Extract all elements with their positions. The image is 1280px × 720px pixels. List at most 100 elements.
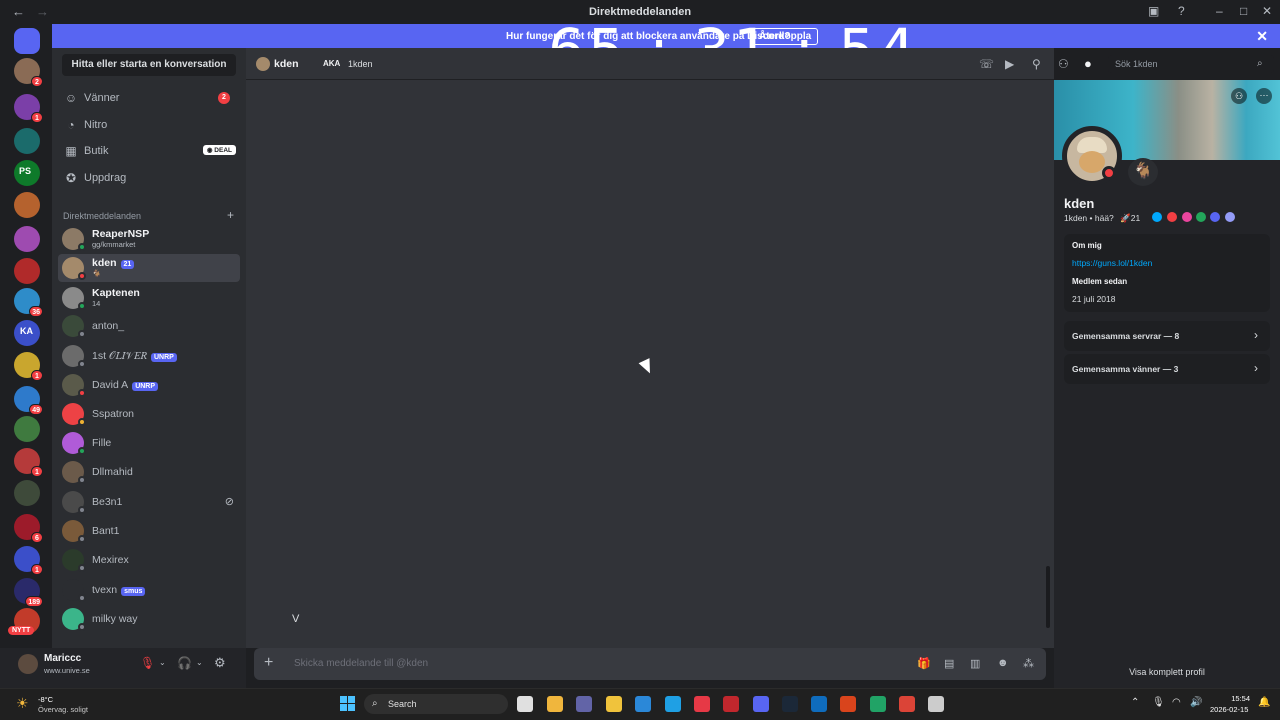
server-icon[interactable] [14, 416, 40, 442]
weather-temp[interactable]: -8°C [38, 695, 53, 704]
recipient-name[interactable]: kden [274, 58, 299, 70]
app-red-icon[interactable] [694, 696, 710, 712]
banner-close-icon[interactable]: ✕ [1256, 28, 1268, 45]
server-icon[interactable]: 2 [14, 58, 43, 87]
app-green-icon[interactable] [870, 696, 886, 712]
dm-item[interactable]: Bant1 [58, 517, 240, 545]
close-window-icon[interactable]: ✕ [1262, 4, 1272, 18]
server-icon[interactable]: 1 [14, 546, 43, 575]
badge-nitro-icon[interactable] [1167, 212, 1177, 222]
dm-item[interactable]: anton_ [58, 312, 240, 340]
add-friends-to-dm-icon[interactable]: ⚇ [1058, 57, 1069, 71]
help-icon[interactable]: ? [1178, 4, 1185, 18]
dm-item[interactable]: tvexn smus [58, 576, 240, 604]
mute-mic-icon[interactable]: 🎙 [140, 656, 155, 670]
dm-item[interactable]: ReaperNSP gg/kmmarket [58, 225, 240, 253]
store-icon[interactable] [635, 696, 651, 712]
dm-item[interactable]: David A UNRP [58, 371, 240, 399]
gif-icon[interactable]: ▤ [944, 657, 954, 670]
nav-shop[interactable]: ▦ Butik ◉ DEAL [58, 139, 240, 163]
server-icon[interactable]: 1 [14, 352, 43, 381]
server-icon[interactable]: 189 [14, 578, 43, 607]
user-avatar[interactable] [18, 654, 38, 674]
attach-plus-icon[interactable]: + [264, 654, 273, 672]
server-icon[interactable] [14, 258, 40, 284]
weather-sun-icon[interactable]: ☀ [16, 695, 29, 712]
maximize-icon[interactable]: □ [1240, 4, 1247, 18]
teams-icon[interactable] [576, 696, 592, 712]
server-icon[interactable]: 1 [14, 448, 43, 477]
app-circle-icon[interactable] [928, 696, 944, 712]
view-full-profile-link[interactable]: Visa komplett profil [1054, 667, 1280, 677]
mutual-friends-row[interactable]: Gemensamma vänner — 3 › [1064, 354, 1270, 384]
app-orange-icon[interactable] [840, 696, 856, 712]
server-icon[interactable] [14, 480, 40, 506]
dm-item[interactable]: Sspatron [58, 400, 240, 428]
composer-placeholder[interactable]: Skicka meddelande till @kden [294, 658, 428, 669]
add-friend-icon[interactable]: ⚇ [1231, 88, 1247, 104]
taskbar-search[interactable]: ⌕ Search [364, 694, 508, 714]
badge-quest-icon[interactable] [1196, 212, 1206, 222]
tray-volume-icon[interactable]: 🔊 [1190, 697, 1202, 708]
badge-legacy-icon[interactable] [1210, 212, 1220, 222]
discord-home-icon[interactable] [14, 28, 40, 54]
server-icon[interactable]: 49 [14, 386, 43, 415]
gift-icon[interactable]: 🎁 [917, 657, 931, 670]
emoji-icon[interactable]: ☻ [997, 657, 1009, 669]
server-icon[interactable]: 6 [14, 514, 43, 543]
settings-gear-icon[interactable]: ⚙ [214, 655, 226, 671]
pin-icon[interactable]: ⚲ [1032, 57, 1041, 71]
find-conversation-search[interactable]: Hitta eller starta en konversation [62, 54, 236, 76]
taskbar-date[interactable]: 2026-02-15 [1210, 705, 1248, 714]
new-servers-badge[interactable]: NYTT [8, 626, 35, 635]
dm-item[interactable]: Dllmahid [58, 458, 240, 486]
taskbar-time[interactable]: 15:54 [1226, 694, 1250, 703]
apps-icon[interactable]: ⁂ [1023, 657, 1034, 670]
nav-nitro[interactable]: ◔ Nitro [58, 113, 240, 137]
minimize-icon[interactable]: – [1216, 4, 1223, 18]
dm-item[interactable]: Be3n1 ⊘ [58, 488, 240, 516]
discord-taskbar-icon[interactable] [753, 696, 769, 712]
more-options-icon[interactable]: ··· [1256, 88, 1272, 104]
mutual-servers-row[interactable]: Gemensamma servrar — 8 › [1064, 321, 1270, 351]
sticker-icon[interactable]: ▥ [970, 657, 980, 670]
task-view-icon[interactable] [517, 696, 533, 712]
notification-bell-icon[interactable]: 🔔 [1258, 697, 1270, 708]
deafen-icon[interactable]: 🎧 [177, 656, 192, 670]
weather-desc[interactable]: Övervag. soligt [38, 705, 88, 714]
nav-quests[interactable]: ✪ Uppdrag [58, 166, 240, 190]
server-icon[interactable] [14, 226, 40, 252]
app-shield-icon[interactable] [723, 696, 739, 712]
nav-friends[interactable]: ☺ Vänner 2 [58, 86, 240, 110]
server-icon[interactable]: 1 [14, 94, 43, 123]
tray-mic-icon[interactable]: 🎙 [1152, 697, 1165, 708]
deafen-chevron-icon[interactable]: ⌄ [196, 658, 203, 667]
dm-item[interactable]: Mexirex [58, 546, 240, 574]
video-call-icon[interactable]: ▶ [1005, 57, 1014, 71]
server-icon[interactable]: 36 [14, 288, 43, 317]
edge-icon[interactable] [665, 696, 681, 712]
chrome-icon[interactable] [899, 696, 915, 712]
voice-call-icon[interactable]: ☏ [979, 57, 994, 71]
server-icon[interactable] [14, 192, 40, 218]
dm-item[interactable]: kden 21 🐐 [58, 254, 240, 282]
about-link[interactable]: https://guns.lol/1kden [1072, 258, 1152, 268]
tray-wifi-icon[interactable]: ◠ [1172, 697, 1181, 708]
file-explorer-icon[interactable] [606, 696, 622, 712]
dm-item[interactable]: milky way [58, 605, 240, 633]
mic-chevron-icon[interactable]: ⌄ [159, 658, 166, 667]
inbox-icon[interactable]: ▣ [1148, 4, 1159, 18]
outlook-icon[interactable] [811, 696, 827, 712]
user-profile-toggle-icon[interactable]: ● [1084, 56, 1092, 71]
badge-active-dev-icon[interactable] [1225, 212, 1235, 222]
app-icon[interactable] [547, 696, 563, 712]
dm-item[interactable]: Fille [58, 429, 240, 457]
tray-chevron-icon[interactable]: ⌃ [1131, 697, 1139, 708]
dm-item[interactable]: 1st 𝒪𝐿𝐼𝒱𝐸𝑅 UNRP [58, 342, 240, 370]
dm-search-input[interactable]: Sök 1kden [1108, 55, 1274, 73]
windows-start-icon[interactable] [340, 696, 356, 712]
badge-hypesquad-icon[interactable] [1152, 212, 1162, 222]
steam-icon[interactable] [782, 696, 798, 712]
server-icon[interactable] [14, 128, 40, 154]
chat-scrollbar[interactable] [1046, 566, 1050, 628]
